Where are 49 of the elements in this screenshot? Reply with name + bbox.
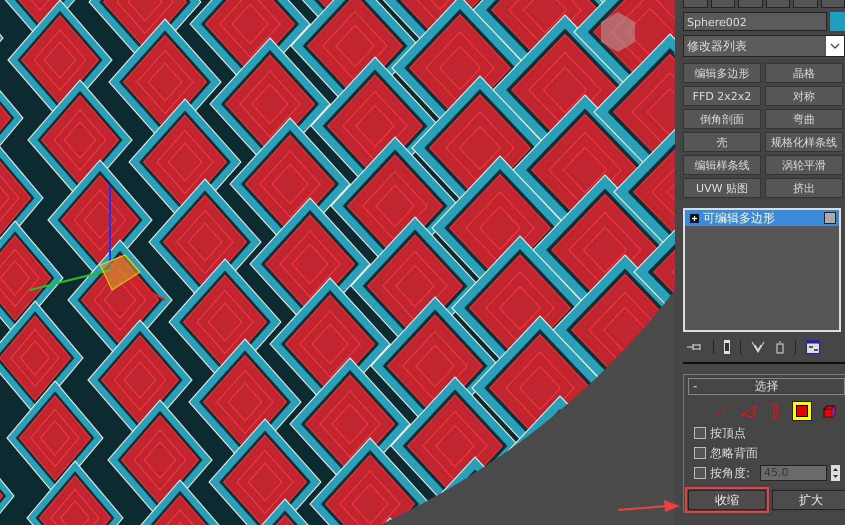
modifier-button[interactable]: 涡轮平滑	[765, 155, 843, 175]
pin-icon[interactable]	[687, 342, 703, 352]
window-icon[interactable]	[806, 340, 820, 354]
toggle-square-icon[interactable]	[824, 212, 836, 224]
stack-item[interactable]: 可编辑多边形	[685, 210, 839, 226]
fork-icon[interactable]	[751, 341, 765, 353]
panel-tab[interactable]	[683, 0, 708, 8]
modifier-button[interactable]: FFD 2x2x2	[683, 86, 761, 106]
loop-outline-icon	[769, 403, 781, 419]
panel-tab[interactable]	[793, 0, 818, 8]
modifier-button[interactable]: 弯曲	[765, 109, 843, 129]
modifier-button[interactable]: 晶格	[765, 63, 843, 83]
panel-tab[interactable]	[738, 0, 762, 8]
modifier-button[interactable]: 倒角剖面	[683, 109, 761, 129]
checkbox[interactable]	[694, 447, 706, 459]
modifier-button[interactable]: 挤出	[765, 178, 843, 198]
modifier-button[interactable]: 编辑样条线	[683, 155, 761, 175]
option-label: 按角度:	[710, 464, 750, 482]
modifier-button[interactable]: 编辑多边形	[683, 63, 761, 83]
object-name-field[interactable]: Sphere002	[683, 12, 827, 31]
annotation-arrow	[618, 498, 680, 514]
dots-icon	[716, 405, 730, 417]
bar-icon[interactable]	[724, 340, 730, 354]
checkbox[interactable]	[694, 427, 706, 439]
cube-icon	[822, 404, 836, 418]
stack-item-label: 可编辑多边形	[703, 210, 776, 226]
modifier-button[interactable]: 壳	[683, 132, 761, 152]
plus-icon[interactable]	[690, 214, 699, 222]
square-icon	[796, 405, 808, 417]
selection-button[interactable]: 扩大	[772, 490, 845, 510]
panel-tab[interactable]	[820, 0, 845, 8]
modifier-list-dropdown[interactable]: 修改器列表	[683, 35, 845, 57]
chevron-down-icon	[826, 36, 844, 56]
selection-button[interactable]: 收缩	[688, 490, 766, 510]
rollout-title: 选择	[754, 379, 778, 394]
checkbox[interactable]	[694, 467, 706, 479]
modifier-button[interactable]: 对称	[765, 86, 843, 106]
object-color-swatch[interactable]	[830, 12, 845, 31]
modifier-button[interactable]: UVW 贴图	[683, 178, 761, 198]
polygon-level-button[interactable]	[792, 401, 812, 421]
spinner-arrows-icon[interactable]	[831, 465, 840, 481]
collapse-sign[interactable]: -	[693, 379, 698, 394]
option-label: 忽略背面	[710, 444, 758, 462]
panel-tab[interactable]	[766, 0, 790, 8]
rollout-header[interactable]: - 选择	[688, 378, 845, 395]
triangle-outline-icon	[741, 404, 757, 418]
option-label: 按顶点	[710, 424, 746, 442]
modifier-button[interactable]: 规格化样条线	[765, 132, 843, 152]
panel-tab[interactable]	[710, 0, 735, 8]
